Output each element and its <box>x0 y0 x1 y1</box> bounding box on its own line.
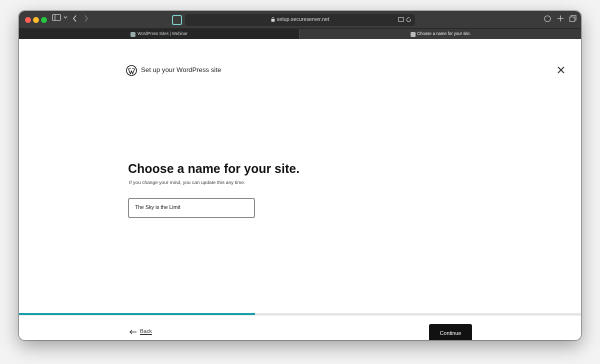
setup-header: Set up your WordPress site <box>126 65 221 76</box>
tab-label: Choose a name for your site. <box>417 31 471 36</box>
footer-divider <box>19 315 581 316</box>
new-tab-icon[interactable] <box>557 14 564 23</box>
wordpress-logo-icon <box>126 65 137 76</box>
site-settings-icon[interactable] <box>172 15 182 25</box>
tab-favicon-icon <box>130 31 136 37</box>
continue-button[interactable]: Continue <box>429 324 472 340</box>
url-text: setup.secureserver.net <box>276 17 330 23</box>
tab-wordpress-sites[interactable]: WordPress Sites | Webinar <box>19 29 300 39</box>
tab-bar: WordPress Sites | Webinar Choose a name … <box>19 29 581 39</box>
sidebar-icon[interactable] <box>52 14 61 21</box>
chevron-down-icon[interactable] <box>63 14 68 21</box>
site-name-input[interactable] <box>128 198 255 218</box>
back-link[interactable]: Back <box>129 329 152 335</box>
minimize-window-button[interactable] <box>33 17 39 23</box>
page-heading: Choose a name for your site. <box>128 162 300 176</box>
back-icon[interactable] <box>72 14 78 23</box>
tabs-overview-icon[interactable] <box>569 14 577 23</box>
browser-toolbar: setup.secureserver.net <box>19 11 581 29</box>
zoom-window-button[interactable] <box>41 17 47 23</box>
browser-window: setup.secureserver.net WordPress Sites |… <box>19 11 581 340</box>
tab-favicon-icon <box>410 31 416 37</box>
share-icon[interactable] <box>544 14 551 23</box>
translate-icon[interactable] <box>398 14 404 26</box>
reload-icon[interactable] <box>406 14 412 26</box>
back-label: Back <box>140 329 152 335</box>
address-bar[interactable]: setup.secureserver.net <box>185 14 415 26</box>
setup-page: Set up your WordPress site Choose a name… <box>19 39 581 340</box>
setup-title: Set up your WordPress site <box>141 67 222 74</box>
helper-text: If you change your mind, you can update … <box>129 181 246 186</box>
close-icon <box>557 66 565 74</box>
close-button[interactable] <box>555 63 567 75</box>
lock-icon <box>271 17 275 22</box>
tab-choose-name[interactable]: Choose a name for your site. <box>300 29 581 39</box>
arrow-left-icon <box>129 329 137 335</box>
close-window-button[interactable] <box>25 17 31 23</box>
tab-label: WordPress Sites | Webinar <box>137 31 188 36</box>
forward-icon[interactable] <box>83 14 89 23</box>
